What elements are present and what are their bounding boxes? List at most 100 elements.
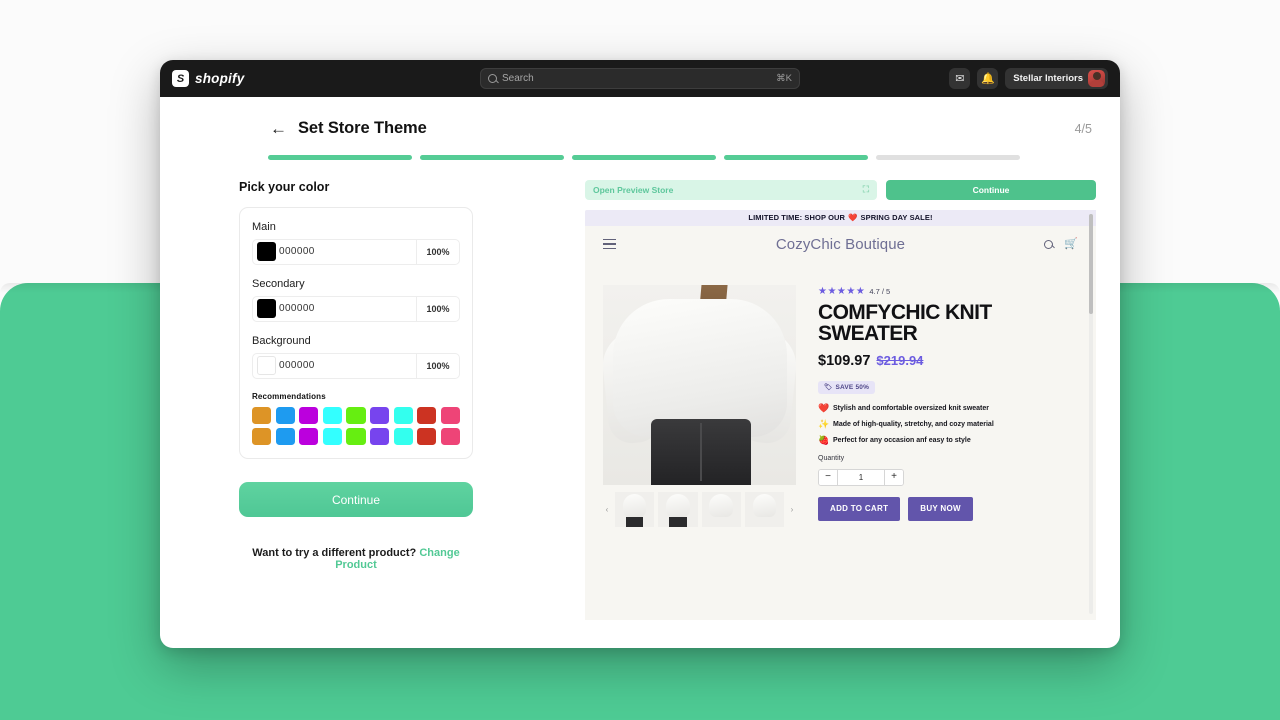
color-field-label: Main <box>252 220 276 233</box>
inbox-icon[interactable]: ✉ <box>949 68 971 89</box>
shopify-logo[interactable]: S shopify <box>172 70 244 87</box>
color-swatch-chip <box>256 242 276 261</box>
progress-bar <box>160 138 1120 160</box>
recommendation-swatch[interactable] <box>370 428 390 445</box>
recommendation-swatch[interactable] <box>252 428 272 445</box>
recommendation-swatch[interactable] <box>346 428 366 445</box>
open-preview-store-button[interactable]: Open Preview Store ⛶ <box>585 179 877 200</box>
account-menu[interactable]: Stellar Interiors <box>1005 68 1108 89</box>
feature-text: Made of high-quality, stretchy, and cozy… <box>833 420 994 428</box>
recommendation-swatch[interactable] <box>299 406 319 424</box>
expand-icon: ⛶ <box>862 184 869 194</box>
search-shortcut-hint: ⌘K <box>776 73 792 84</box>
shopify-bag-icon: S <box>172 70 189 87</box>
progress-segment <box>876 155 1020 160</box>
store-header-actions: 🛒 <box>1044 238 1078 250</box>
quantity-decrease-button[interactable]: − <box>819 469 837 485</box>
store-header: CozyChic Boutique 🛒 <box>585 225 1096 263</box>
change-product-row: Want to try a different product? Change … <box>239 547 473 571</box>
recommendations-grid <box>252 406 460 445</box>
recommendation-swatch[interactable] <box>440 406 460 424</box>
promo-banner: LIMITED TIME: SHOP OUR ❤️ SPRING DAY SAL… <box>585 209 1096 226</box>
color-field-label: Secondary <box>252 277 305 290</box>
current-price: $109.97 <box>818 353 871 370</box>
preview-continue-button[interactable]: Continue <box>886 179 1096 200</box>
hex-input[interactable]: 000000 <box>279 354 416 378</box>
store-preview-panel: Open Preview Store ⛶ Continue LIMITED TI… <box>585 179 1120 648</box>
continue-button[interactable]: Continue <box>239 482 473 517</box>
feature-emoji-icon: 🍓 <box>818 434 830 445</box>
global-search-bar[interactable]: Search ⌘K <box>480 68 800 89</box>
thumbnail-item[interactable] <box>658 491 698 527</box>
color-field-row[interactable]: 000000 100% <box>252 295 460 322</box>
preview-scrollbar-thumb[interactable] <box>1089 213 1093 314</box>
thumbnail-item[interactable] <box>701 491 741 527</box>
quantity-stepper[interactable]: − 1 + <box>818 468 904 486</box>
back-button[interactable]: ← <box>270 120 287 137</box>
hamburger-icon[interactable] <box>603 239 616 249</box>
recommendation-swatch[interactable] <box>275 406 295 424</box>
product-feature-item: ✨ Made of high-quality, stretchy, and coz… <box>818 418 1078 430</box>
recommendation-swatch[interactable] <box>322 406 342 424</box>
original-price: $219.94 <box>876 353 924 369</box>
recommendation-swatch[interactable] <box>393 406 413 424</box>
gallery-next-button[interactable]: › <box>788 505 796 514</box>
recommendation-swatch[interactable] <box>417 406 437 424</box>
thumbnail-item[interactable] <box>615 491 655 527</box>
bell-icon[interactable]: 🔔 <box>977 68 999 89</box>
shopify-wordmark: shopify <box>195 71 245 86</box>
change-product-prompt: Want to try a different product? <box>252 547 417 559</box>
recommendation-swatch[interactable] <box>346 406 366 424</box>
shopify-topbar: S shopify Search ⌘K ✉ 🔔 Stellar Interior… <box>160 60 1120 97</box>
recommendations-label: Recommendations <box>252 391 326 401</box>
product-rating: ★★★★★ 4.7 / 5 <box>818 286 1078 297</box>
open-preview-store-label: Open Preview Store <box>593 184 674 195</box>
recommendation-swatch[interactable] <box>275 428 295 445</box>
opacity-input[interactable]: 100% <box>416 239 459 264</box>
color-swatch-button[interactable] <box>253 240 279 264</box>
search-icon[interactable] <box>1044 239 1054 249</box>
feature-emoji-icon: ✨ <box>818 418 830 429</box>
buy-now-button[interactable]: BUY NOW <box>908 496 973 521</box>
hex-input[interactable]: 000000 <box>279 240 416 264</box>
recommendation-swatch[interactable] <box>322 428 342 445</box>
color-card: Main 000000 100% Secondary 000000 100% Backgro… <box>239 206 473 459</box>
recommendation-swatch[interactable] <box>440 428 460 445</box>
cart-icon[interactable]: 🛒 <box>1064 238 1078 250</box>
search-input[interactable]: Search <box>502 73 771 84</box>
color-swatch-button[interactable] <box>253 354 279 378</box>
thumbnail-item[interactable] <box>744 491 784 527</box>
color-field-row[interactable]: 000000 100% <box>252 238 460 265</box>
recommendation-swatch[interactable] <box>370 406 390 424</box>
product-info: ★★★★★ 4.7 / 5 ComfyChic Knit Sweater $10… <box>818 285 1078 527</box>
search-icon <box>488 74 497 83</box>
recommendation-swatch[interactable] <box>299 428 319 445</box>
color-field-label: Background <box>252 334 311 347</box>
browser-window: S shopify Search ⌘K ✉ 🔔 Stellar Interior… <box>160 60 1120 648</box>
promo-text-before: LIMITED TIME: SHOP OUR <box>748 213 846 222</box>
recommendation-swatch[interactable] <box>417 428 437 445</box>
page-title: Set Store Theme <box>298 119 427 137</box>
gallery-prev-button[interactable]: ‹ <box>603 505 611 514</box>
progress-segment <box>420 155 564 160</box>
recommendation-swatch[interactable] <box>252 406 272 424</box>
hex-input[interactable]: 000000 <box>279 297 416 321</box>
color-swatch-button[interactable] <box>253 297 279 321</box>
feature-text: Stylish and comfortable oversized knit s… <box>833 404 989 412</box>
product-hero-image[interactable] <box>603 284 796 485</box>
recommendation-swatch[interactable] <box>393 428 413 445</box>
pick-your-color-heading: Pick your color <box>239 179 330 194</box>
step-counter: 4/5 <box>1074 121 1092 136</box>
opacity-input[interactable]: 100% <box>416 296 459 321</box>
product-detail: ‹ › ★★★★★ 4.7 / 5 Comfy <box>585 263 1096 527</box>
feature-text: Perfect for any occasion anf easy to sty… <box>833 436 971 444</box>
quantity-increase-button[interactable]: + <box>885 469 903 485</box>
opacity-input[interactable]: 100% <box>416 353 459 378</box>
save-badge-label: SAVE 50% <box>835 383 870 391</box>
quantity-value[interactable]: 1 <box>837 469 885 485</box>
product-gallery: ‹ › <box>603 284 796 527</box>
color-field-row[interactable]: 000000 100% <box>252 352 460 379</box>
product-features: ❤️ Stylish and comfortable oversized knit… <box>818 403 1078 446</box>
product-title: ComfyChic Knit Sweater <box>818 300 992 345</box>
add-to-cart-button[interactable]: ADD TO CART <box>818 496 901 521</box>
